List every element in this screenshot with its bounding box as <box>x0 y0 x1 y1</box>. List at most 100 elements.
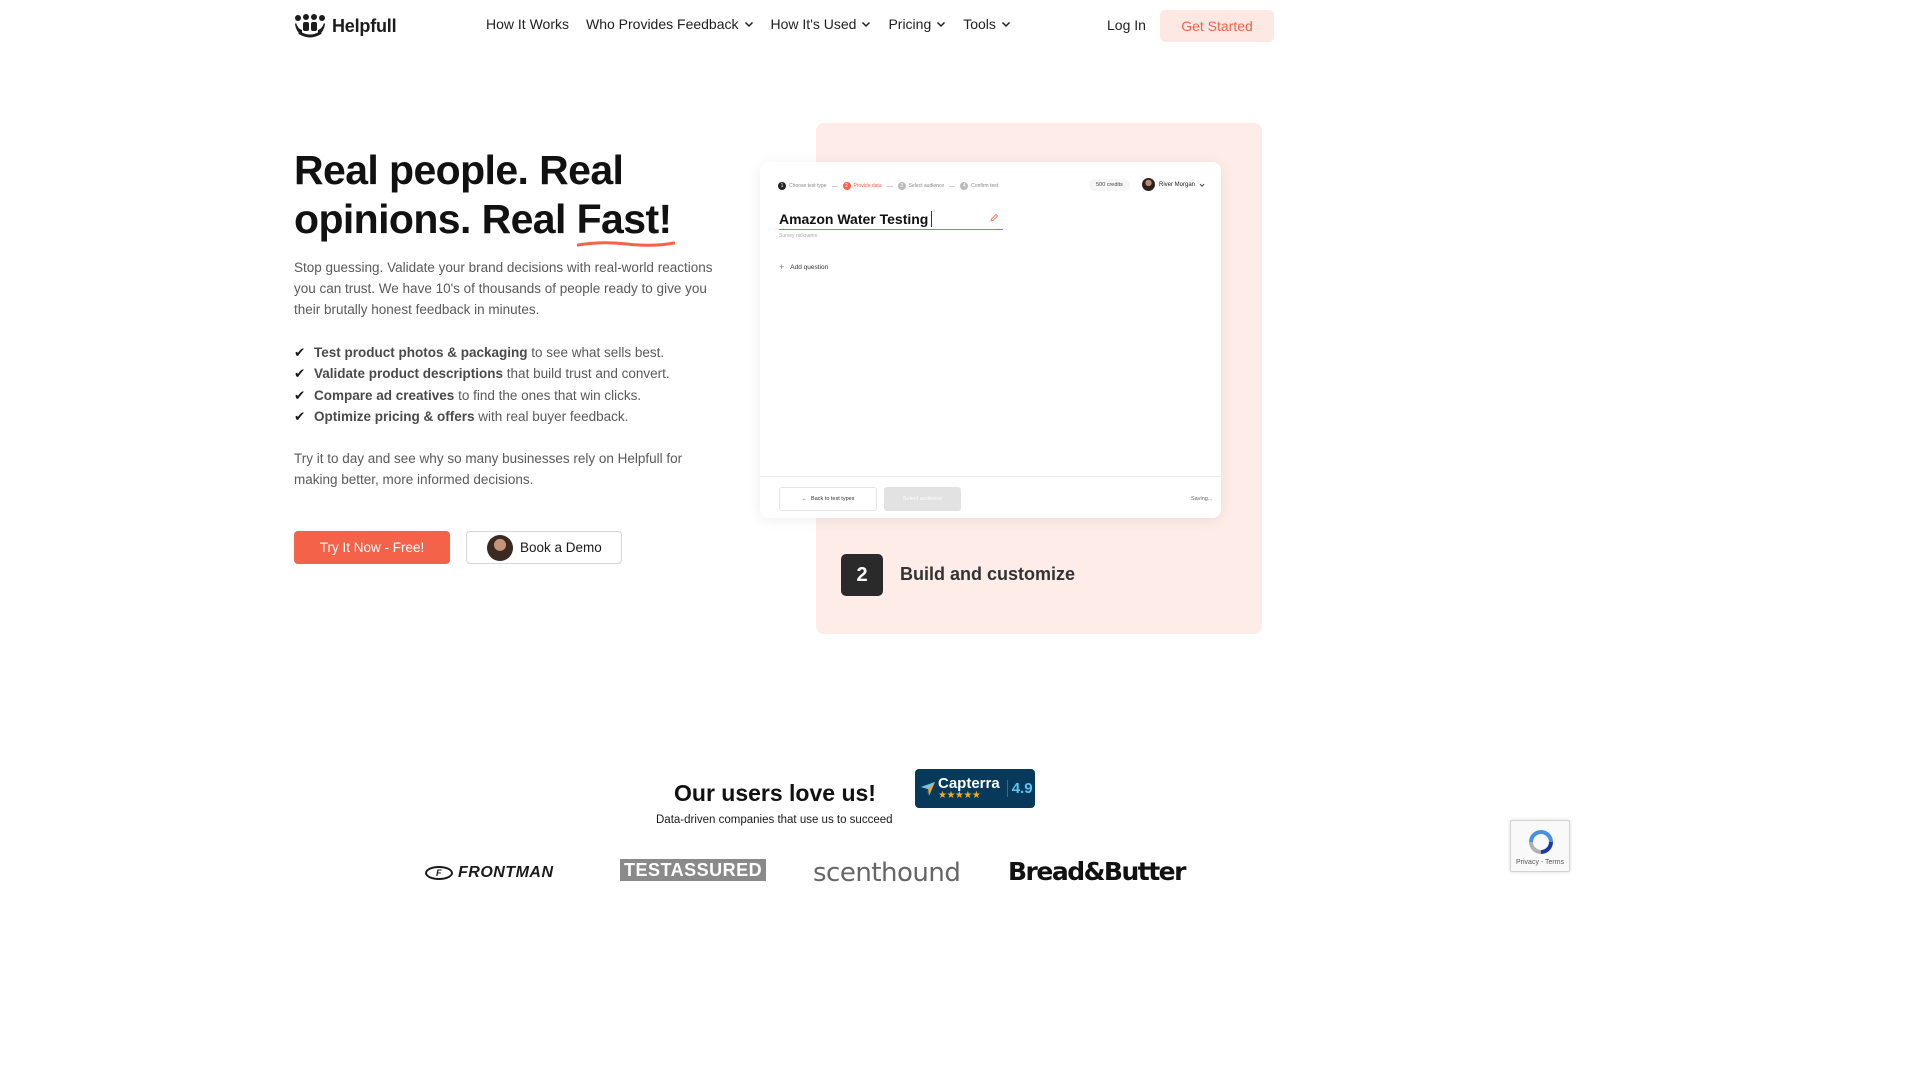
checkmark-icon: ✔ <box>294 366 306 382</box>
step-number: 1 <box>778 182 786 190</box>
survey-name-field: Amazon Water Testing <box>779 208 1003 230</box>
add-question-label: Add question <box>790 263 829 271</box>
arrow-left-icon: ← <box>801 496 808 502</box>
nav-label: Pricing <box>888 16 932 32</box>
benefit-item: ✔ Test product photos & packaging to see… <box>294 342 734 363</box>
main-nav: How It Works Who Provides Feedback How I… <box>486 16 1011 32</box>
saving-status: Saving... <box>1191 496 1213 502</box>
star-rating-icon: ★★★★★ <box>938 790 981 801</box>
helpfull-logo[interactable]: Helpfull <box>294 14 397 38</box>
hero-title-highlight-wrap: Fast! <box>576 195 675 247</box>
chevron-down-icon <box>744 21 753 28</box>
step-number: 2 <box>842 182 851 190</box>
back-to-test-types-button: ← Back to test types <box>779 487 877 511</box>
chevron-down-icon <box>937 21 946 28</box>
benefit-text: Optimize pricing & offers with real buye… <box>314 406 628 427</box>
step-divider <box>949 185 956 187</box>
benefit-bold: Optimize pricing & offers <box>314 408 475 424</box>
user-name: River Morgan <box>1159 181 1196 188</box>
benefit-rest: to see what sells best. <box>527 345 665 360</box>
app-preview-footer: ← Back to test types Select audience Sav… <box>760 476 1221 518</box>
frontman-badge-icon: F <box>425 866 453 880</box>
get-started-button[interactable]: Get Started <box>1160 10 1274 42</box>
benefit-item: ✔ Optimize pricing & offers with real bu… <box>294 406 734 427</box>
try-it-now-button[interactable]: Try It Now - Free! <box>294 531 450 564</box>
squiggle-underline-icon <box>576 241 675 247</box>
social-proof-subheading: Data-driven companies that use us to suc… <box>656 814 893 826</box>
recaptcha-badge[interactable]: Privacy - Terms <box>1510 820 1570 872</box>
recaptcha-text: Privacy - Terms <box>1516 859 1565 866</box>
survey-name-value: Amazon Water Testing <box>779 210 929 227</box>
wizard-step: 2 Provide data <box>842 182 882 190</box>
avatar <box>487 534 513 561</box>
wizard-step: 4 Confirm test <box>960 182 998 190</box>
bread-and-butter-logo: Bread&Butter <box>1008 857 1186 886</box>
capterra-name: Capterra <box>938 775 1000 792</box>
hero-title-line1: Real people. Real <box>294 147 624 193</box>
login-link[interactable]: Log In <box>1107 17 1146 33</box>
nav-label: How It's Used <box>770 16 857 32</box>
select-audience-button: Select audience <box>884 487 961 511</box>
capterra-rating: 4.9 <box>1006 780 1033 797</box>
survey-name-hint: Survey nickname <box>779 233 818 239</box>
hero-title-line2: opinions. Real <box>294 196 577 242</box>
step-divider <box>886 185 893 187</box>
benefit-bold: Validate product descriptions <box>314 366 504 382</box>
step-number: 3 <box>897 182 906 190</box>
chevron-down-icon <box>1001 21 1010 28</box>
nav-label: Who Provides Feedback <box>585 16 739 32</box>
nav-tools[interactable]: Tools <box>963 16 1011 32</box>
benefit-item: ✔ Validate product descriptions that bui… <box>294 363 734 384</box>
nav-how-its-used[interactable]: How It's Used <box>771 16 872 32</box>
feature-step-title: Build and customize <box>900 564 1076 584</box>
benefit-rest: to find the ones that win clicks. <box>454 387 642 403</box>
step-label: Provide data <box>853 183 882 189</box>
nav-pricing[interactable]: Pricing <box>888 16 946 32</box>
hero-subtitle: Stop guessing. Validate your brand decis… <box>294 260 713 317</box>
nav-who-provides-feedback[interactable]: Who Provides Feedback <box>586 16 754 32</box>
frontman-wordmark: FRONTMAN <box>458 864 554 881</box>
nav-how-it-works[interactable]: How It Works <box>486 16 569 32</box>
benefit-item: ✔ Compare ad creatives to find the ones … <box>294 385 734 406</box>
recaptcha-icon <box>1529 830 1553 854</box>
plus-icon: + <box>779 262 785 272</box>
wizard-steps: 1 Choose test type 2 Provide data 3 Sele… <box>778 182 998 190</box>
step-label: Select audience <box>908 183 945 189</box>
step-label: Confirm test <box>971 183 999 189</box>
hero-title-highlight: Fast! <box>576 196 673 242</box>
scenthound-logo: scenthound <box>813 858 961 888</box>
avatar <box>1142 178 1155 191</box>
step-number-badge: 2 <box>841 554 883 596</box>
site-header: Helpfull How It Works Who Provides Feedb… <box>0 0 1568 54</box>
chevron-down-icon <box>1199 183 1205 187</box>
benefit-rest: that build trust and convert. <box>503 366 670 382</box>
capterra-badge[interactable]: Capterra ★★★★★ 4.9 <box>915 769 1035 808</box>
book-demo-label: Book a Demo <box>520 540 602 555</box>
wizard-step: 3 Select audience <box>897 182 945 190</box>
chevron-down-icon <box>862 21 871 28</box>
app-preview-card: 1 Choose test type 2 Provide data 3 Sele… <box>760 162 1221 518</box>
capterra-text: Capterra ★★★★★ <box>938 776 1000 801</box>
frontman-logo: F FRONTMAN <box>425 864 554 882</box>
text-caret <box>931 210 933 227</box>
book-demo-button[interactable]: Book a Demo <box>466 531 622 564</box>
back-label: Back to test types <box>811 496 855 502</box>
credits-badge: 500 credits <box>1089 179 1130 191</box>
step-label: Choose test type <box>789 183 827 189</box>
checkmark-icon: ✔ <box>294 345 306 360</box>
social-proof-heading: Our users love us! <box>674 780 876 806</box>
benefit-bold: Test product photos & packaging <box>314 345 528 360</box>
add-question-button: + Add question <box>779 262 828 272</box>
benefit-list: ✔ Test product photos & packaging to see… <box>294 342 734 427</box>
benefit-text: Test product photos & packaging to see w… <box>314 342 664 363</box>
user-menu: River Morgan <box>1142 178 1205 191</box>
hero-title: Real people. Real opinions. Real Fast! <box>294 146 754 247</box>
benefit-text: Validate product descriptions that build… <box>314 363 670 384</box>
step-divider <box>831 185 838 187</box>
benefit-bold: Compare ad creatives <box>314 387 455 403</box>
customer-logos: F FRONTMAN TESTASSURED scenthound Bread&… <box>0 855 1568 888</box>
benefit-text: Compare ad creatives to find the ones th… <box>314 385 641 406</box>
wizard-step: 1 Choose test type <box>778 182 827 190</box>
checkmark-icon: ✔ <box>294 387 306 403</box>
benefit-rest: with real buyer feedback. <box>474 408 629 424</box>
